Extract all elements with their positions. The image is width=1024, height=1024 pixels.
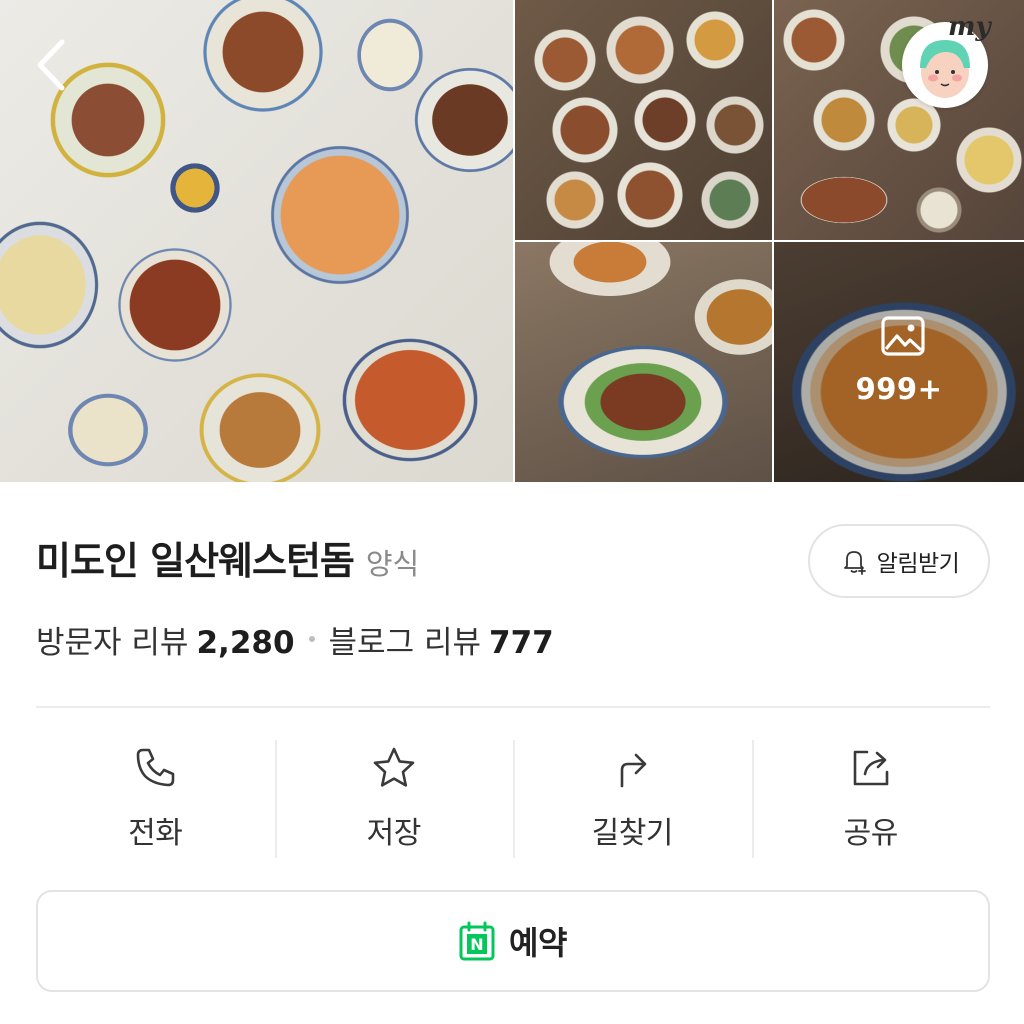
photo-more-count: 999+ (855, 372, 943, 406)
save-button[interactable]: 저장 (274, 740, 514, 858)
share-label: 공유 (843, 816, 899, 851)
my-badge-text: my (948, 12, 991, 42)
directions-label: 길찾기 (591, 816, 674, 851)
back-button[interactable] (28, 36, 78, 94)
my-profile-button[interactable]: my (900, 12, 994, 112)
photo-thumb-1[interactable] (515, 0, 772, 240)
blog-review-count: 777 (489, 624, 554, 661)
alert-subscribe-label: 알림받기 (876, 551, 960, 577)
image-icon (881, 316, 925, 356)
call-button[interactable]: 전화 (36, 740, 275, 858)
photo-thumb-3[interactable] (515, 242, 772, 482)
call-label: 전화 (128, 816, 183, 851)
place-name: 미도인 일산웨스턴돔 (36, 539, 355, 583)
directions-icon (620, 753, 647, 788)
visitor-review-link[interactable]: 방문자 리뷰 2,280 (36, 617, 295, 662)
reserve-button[interactable]: N 예약 (36, 890, 990, 992)
star-icon (373, 747, 415, 787)
place-detail-page: 999+ my 미도인 일산웨스턴돔 양식 알림받기 방문자 리뷰 2,280 … (0, 0, 1024, 1024)
visitor-review-label: 방문자 리뷰 (36, 624, 189, 661)
bell-plus-icon (843, 551, 866, 575)
photo-more-button[interactable]: 999+ (774, 242, 1024, 482)
save-label: 저장 (366, 816, 422, 851)
chevron-left-icon (37, 39, 65, 91)
reserve-label: 예약 (509, 924, 567, 962)
action-bar: 전화 저장 길찾기 공유 (36, 740, 990, 858)
review-separator-dot (308, 636, 315, 642)
naver-booking-icon: N (459, 921, 495, 961)
review-summary: 방문자 리뷰 2,280 블로그 리뷰 777 (36, 614, 554, 664)
share-icon (853, 750, 889, 786)
photo-gallery: 999+ my (0, 0, 1024, 482)
section-divider (36, 706, 990, 708)
directions-button[interactable]: 길찾기 (513, 740, 752, 858)
visitor-review-count: 2,280 (196, 624, 295, 661)
photo-dim-overlay (774, 242, 1024, 482)
blog-review-label: 블로그 리뷰 (328, 624, 481, 661)
share-button[interactable]: 공유 (751, 740, 991, 858)
alert-subscribe-button[interactable]: 알림받기 (808, 524, 990, 598)
place-category: 양식 (365, 547, 420, 581)
phone-icon (136, 748, 175, 787)
naver-booking-letter: N (470, 935, 483, 954)
blog-review-link[interactable]: 블로그 리뷰 777 (329, 617, 554, 662)
place-title: 미도인 일산웨스턴돔 양식 (36, 530, 420, 583)
